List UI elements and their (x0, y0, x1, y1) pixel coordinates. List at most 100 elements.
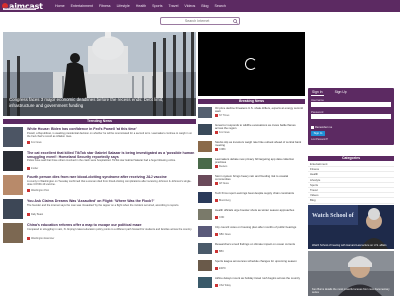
breaking-news-item[interactable]: Researchers unveil findings on climate i… (198, 242, 305, 256)
remember-me[interactable]: Remember me (311, 126, 332, 129)
right-photo-article-2[interactable]: Ken Burns details the most powerful scen… (308, 251, 394, 296)
right-photo-article-1[interactable]: Watch School of Watch School of hearing … (308, 205, 394, 249)
source-logo-icon (215, 233, 218, 236)
source-logo-icon (215, 284, 218, 287)
search-box[interactable] (160, 17, 240, 25)
breaking-news-headline[interactable]: Tech firms report earnings beat despite … (215, 191, 303, 195)
breaking-news-item[interactable]: Tech firms report earnings beat despite … (198, 191, 305, 205)
news-thumbnail[interactable] (198, 141, 212, 152)
nav-item-fitness[interactable]: Fitness (99, 4, 111, 8)
trending-news-headline[interactable]: China's education reforms offer a map to… (27, 223, 195, 227)
trending-news-item[interactable]: The cat excellent that killed TikTok sta… (3, 150, 196, 172)
news-source: Reuters (215, 165, 227, 168)
news-thumbnail[interactable] (198, 175, 212, 186)
breaking-news-headline[interactable]: Storm system brings heavy rain and flood… (215, 174, 303, 182)
loading-spinner-icon (245, 58, 257, 70)
trending-news-headline[interactable]: The cat excellent that killed TikTok sta… (27, 151, 195, 159)
lost-password-link[interactable]: Lost Password? (311, 138, 328, 141)
nav-item-search[interactable]: Search (215, 4, 226, 8)
breaking-news-headline[interactable]: Governor responds to wildfire evacuation… (215, 123, 303, 131)
breaking-news-item[interactable]: Lawmakers debate new privacy bill target… (198, 157, 305, 171)
news-thumbnail[interactable] (198, 243, 212, 254)
breaking-news-item[interactable]: Sports league announces schedule changes… (198, 259, 305, 273)
nav-item-blog[interactable]: Blog (201, 4, 208, 8)
source-logo-icon (215, 131, 218, 134)
trending-news-item[interactable]: Fourth person dies from rare blood-clott… (3, 174, 196, 196)
breaking-news-headline[interactable]: Health officials urge booster shots as w… (215, 208, 303, 212)
breaking-news-item[interactable]: Airline delays mount as holiday travel r… (198, 276, 305, 290)
hero-article[interactable]: Congress faces 3 major economic deadline… (3, 32, 196, 116)
breaking-news-headline[interactable]: Researchers unveil findings on climate i… (215, 242, 303, 246)
news-thumbnail[interactable] (198, 107, 212, 118)
breaking-news-item[interactable]: City council votes on housing plan after… (198, 225, 305, 239)
source-logo-icon (215, 250, 218, 253)
breaking-news-item[interactable]: Oil price decline threatens U.S. shale d… (198, 106, 305, 120)
source-name: BBC (219, 250, 224, 254)
news-thumbnail[interactable] (3, 127, 23, 147)
news-thumbnail[interactable] (198, 158, 212, 169)
news-thumbnail[interactable] (3, 175, 23, 195)
breaking-news-item[interactable]: Governor responds to wildfire evacuation… (198, 123, 305, 137)
news-thumbnail[interactable] (3, 223, 23, 243)
tab-sign-up[interactable]: Sign Up (334, 89, 348, 96)
news-thumbnail[interactable] (198, 124, 212, 135)
trending-news-item[interactable]: White House: Biden has confidence in Fed… (3, 126, 196, 148)
trending-news-summary: Compared to struggling in vain, Xi Jinpi… (27, 228, 193, 231)
source-name: Fox News (31, 141, 42, 145)
video-player[interactable] (198, 32, 305, 96)
breaking-news-item[interactable]: Health officials urge booster shots as w… (198, 208, 305, 222)
hero-caption[interactable]: Congress faces 3 major economic deadline… (9, 97, 189, 108)
news-thumbnail[interactable] (198, 277, 212, 288)
news-thumbnail[interactable] (198, 226, 212, 237)
breaking-news-item[interactable]: Storm system brings heavy rain and flood… (198, 174, 305, 188)
trending-news-headline[interactable]: Fourth person dies from rare blood-clott… (27, 175, 195, 179)
news-source: Fox News (27, 141, 42, 144)
source-name: CNN (219, 216, 225, 220)
source-logo-icon (215, 216, 218, 219)
trending-news-item[interactable]: You Ask Claims Dreams Was 'Assaulted' on… (3, 198, 196, 220)
photo-caption[interactable]: Ken Burns details the most powerful scen… (312, 288, 390, 294)
news-thumbnail[interactable] (3, 199, 23, 219)
remember-label: Remember me (315, 126, 333, 129)
photo-caption[interactable]: Watch School of hearing with Harvard Law… (312, 244, 390, 247)
source-name: AP News (219, 182, 229, 186)
site-logo[interactable]: aimcast (2, 0, 43, 12)
news-thumbnail[interactable] (3, 151, 23, 171)
source-logo-icon (215, 182, 218, 185)
username-field[interactable] (311, 102, 391, 107)
search-input[interactable] (161, 18, 232, 24)
nav-item-videos[interactable]: Videos (184, 4, 195, 8)
tab-sign-in[interactable]: Sign In (311, 89, 324, 96)
source-name: CNBC (219, 148, 226, 152)
categories-header: Categories (308, 156, 394, 161)
news-source: BBC (215, 250, 224, 253)
news-thumbnail[interactable] (198, 209, 212, 220)
nav-item-lifestyle[interactable]: Lifestyle (117, 4, 130, 8)
nav-item-home[interactable]: Home (55, 4, 65, 8)
breaking-news-headline[interactable]: Airline delays mount as holiday travel r… (215, 276, 303, 280)
trending-news-item[interactable]: China's education reforms offer a map to… (3, 222, 196, 244)
category-item[interactable]: Blog (308, 198, 394, 204)
news-source: ESPN (215, 267, 226, 270)
source-name: Fox News (219, 131, 230, 135)
breaking-news-headline[interactable]: City council votes on housing plan after… (215, 225, 303, 229)
news-source: Washington Examiner (27, 237, 54, 240)
sign-in-button[interactable]: Sign In (311, 131, 325, 136)
search-icon[interactable] (231, 18, 239, 24)
nav-item-entertainment[interactable]: Entertainment (71, 4, 93, 8)
nav-item-health[interactable]: Health (136, 4, 146, 8)
trending-news-headline[interactable]: You Ask Claims Dreams Was 'Assaulted' on… (27, 199, 195, 203)
news-thumbnail[interactable] (198, 260, 212, 271)
breaking-news-headline[interactable]: Oil price decline threatens U.S. shale d… (215, 106, 303, 114)
trending-news-headline[interactable]: White House: Biden has confidence in Fed… (27, 127, 195, 131)
password-field[interactable] (311, 114, 391, 119)
news-thumbnail[interactable] (198, 192, 212, 203)
nav-item-travel[interactable]: Travel (169, 4, 179, 8)
breaking-news-headline[interactable]: Lawmakers debate new privacy bill target… (215, 157, 303, 165)
svg-text:Watch School of: Watch School of (312, 213, 355, 219)
breaking-news-headline[interactable]: Sports league announces schedule changes… (215, 259, 303, 263)
remember-checkbox[interactable] (311, 126, 314, 129)
nav-item-sports[interactable]: Sports (152, 4, 162, 8)
breaking-news-item[interactable]: Stocks slip as investors weigh rate hike… (198, 140, 305, 154)
breaking-news-headline[interactable]: Stocks slip as investors weigh rate hike… (215, 140, 303, 148)
